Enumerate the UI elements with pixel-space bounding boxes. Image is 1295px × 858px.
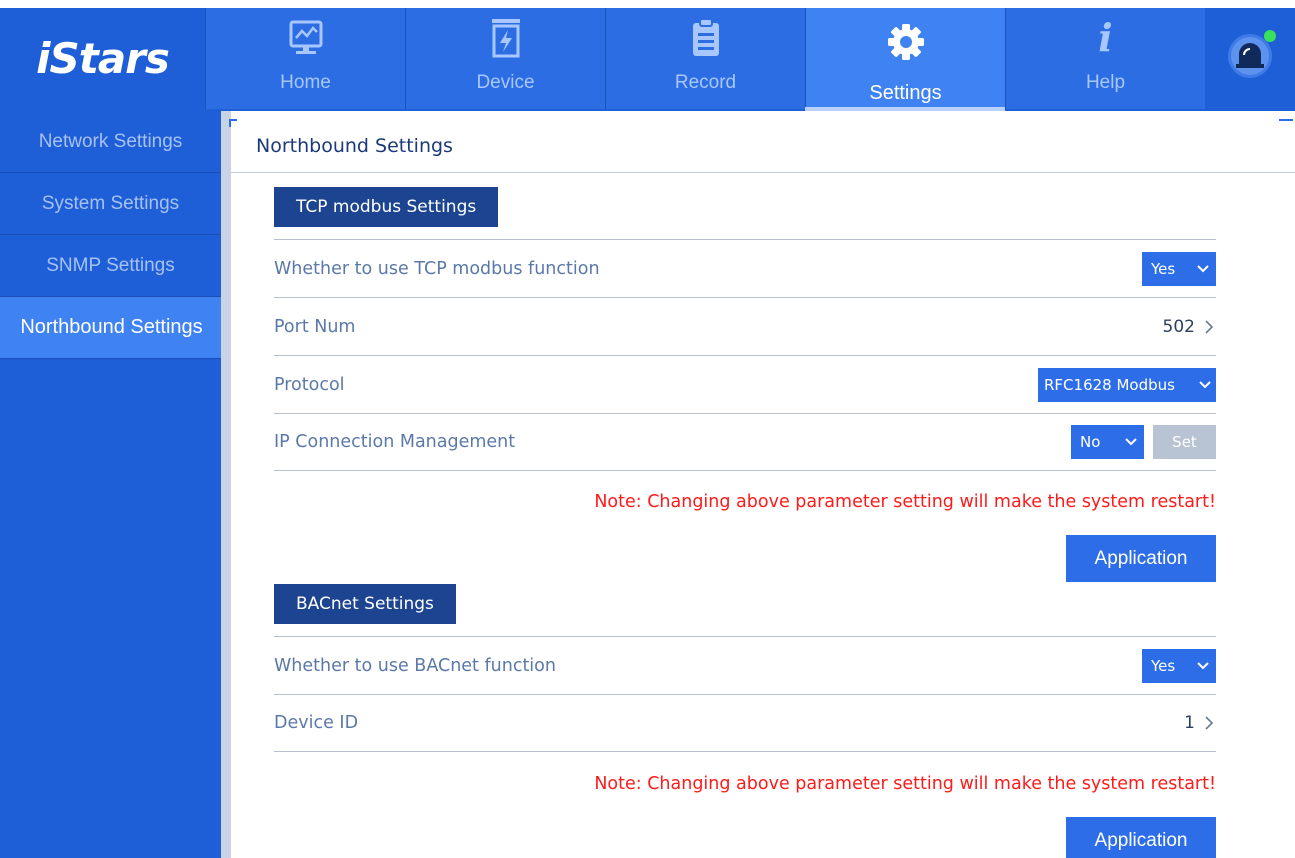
tcp-use-select[interactable]: Yes <box>1142 251 1216 286</box>
select-value: Yes <box>1151 259 1176 278</box>
monitor-chart-icon <box>286 16 326 60</box>
tcp-section-heading: TCP modbus Settings <box>274 187 499 227</box>
sidebar-divider <box>221 111 231 858</box>
tcp-protocol-row: Protocol RFC1628 Modbus <box>274 355 1216 413</box>
nav-item-record[interactable]: Record <box>605 8 805 109</box>
protocol-select[interactable]: RFC1628 Modbus <box>1038 367 1216 402</box>
row-label: Whether to use BACnet function <box>274 655 556 676</box>
nav-label: Record <box>674 72 737 93</box>
chevron-right-icon <box>1204 715 1216 731</box>
row-label: Whether to use TCP modbus function <box>274 258 600 279</box>
tcp-use-row: Whether to use TCP modbus function Yes <box>274 239 1216 297</box>
sidebar: Network Settings System Settings SNMP Se… <box>0 111 223 858</box>
tcp-application-button[interactable]: Application <box>1066 535 1216 582</box>
tcp-restart-note: Note: Changing above parameter setting w… <box>594 492 1216 512</box>
chevron-down-icon <box>1196 659 1210 673</box>
chevron-right-icon <box>1204 319 1216 335</box>
select-value: No <box>1080 433 1101 451</box>
row-label: IP Connection Management <box>274 432 516 452</box>
battery-bolt-icon <box>486 16 526 60</box>
tcp-ip-management-row: IP Connection Management No Set <box>274 413 1216 471</box>
sidebar-item-label: Northbound Settings <box>20 316 203 338</box>
sidebar-item-label: SNMP Settings <box>46 254 175 276</box>
page-title: Northbound Settings <box>256 135 453 157</box>
sidebar-item-label: Network Settings <box>38 130 183 152</box>
top-navigation-bar: iStars Home Device Record Settings i Hel… <box>0 0 1295 111</box>
ip-management-select[interactable]: No <box>1071 425 1144 459</box>
nav-label: Device <box>476 72 535 93</box>
bacnet-section-heading: BACnet Settings <box>274 584 456 624</box>
bacnet-use-select[interactable]: Yes <box>1142 648 1216 683</box>
bacnet-restart-note: Note: Changing above parameter setting w… <box>594 774 1216 794</box>
sidebar-item-northbound-settings[interactable]: Northbound Settings <box>0 297 223 359</box>
set-button[interactable]: Set <box>1153 425 1216 459</box>
brand-logo: iStars <box>0 8 205 109</box>
nav-label: Home <box>280 72 331 93</box>
nav-item-settings[interactable]: Settings <box>805 8 1005 109</box>
gear-icon <box>886 20 926 64</box>
device-id-value[interactable]: 1 <box>1184 713 1216 733</box>
clipboard-icon <box>686 16 726 60</box>
nav-label: Settings <box>869 82 942 104</box>
select-value: RFC1628 Modbus <box>1044 375 1175 394</box>
logo-text: iStars <box>36 34 170 83</box>
device-id-number: 1 <box>1184 713 1195 733</box>
alarm-light-icon <box>1228 30 1276 78</box>
nav-item-help[interactable]: i Help <box>1005 8 1205 109</box>
main-content: Northbound Settings TCP modbus Settings … <box>231 119 1295 858</box>
bacnet-application-button[interactable]: Application <box>1066 817 1216 858</box>
active-tab-indicator <box>805 107 1005 111</box>
main-nav: Home Device Record Settings i Help <box>205 8 1205 109</box>
select-value: Yes <box>1151 656 1176 675</box>
port-number: 502 <box>1162 316 1195 337</box>
chevron-down-icon <box>1196 262 1210 276</box>
top-strip <box>0 0 1295 8</box>
sidebar-item-label: System Settings <box>41 192 180 214</box>
nav-item-device[interactable]: Device <box>405 8 605 109</box>
ip-management-controls: No Set <box>1071 425 1216 459</box>
bacnet-use-row: Whether to use BACnet function Yes <box>274 636 1216 694</box>
alarm-button[interactable] <box>1224 26 1280 82</box>
tcp-port-row: Port Num 502 <box>274 297 1216 355</box>
nav-item-home[interactable]: Home <box>205 8 405 109</box>
chevron-down-icon <box>1198 378 1212 392</box>
row-label: Device ID <box>274 713 359 733</box>
sidebar-item-system-settings[interactable]: System Settings <box>0 173 221 235</box>
title-divider <box>231 172 1295 173</box>
row-label: Protocol <box>274 374 345 395</box>
section-heading-label: BACnet Settings <box>296 594 434 614</box>
sidebar-item-network-settings[interactable]: Network Settings <box>0 111 221 173</box>
info-icon: i <box>1098 15 1113 60</box>
section-heading-label: TCP modbus Settings <box>296 197 477 217</box>
nav-label: Help <box>1085 72 1126 93</box>
row-label: Port Num <box>274 316 356 337</box>
sidebar-item-snmp-settings[interactable]: SNMP Settings <box>0 235 221 297</box>
port-value[interactable]: 502 <box>1163 317 1216 337</box>
chevron-down-icon <box>1124 435 1138 449</box>
bacnet-device-id-row: Device ID 1 <box>274 694 1216 752</box>
